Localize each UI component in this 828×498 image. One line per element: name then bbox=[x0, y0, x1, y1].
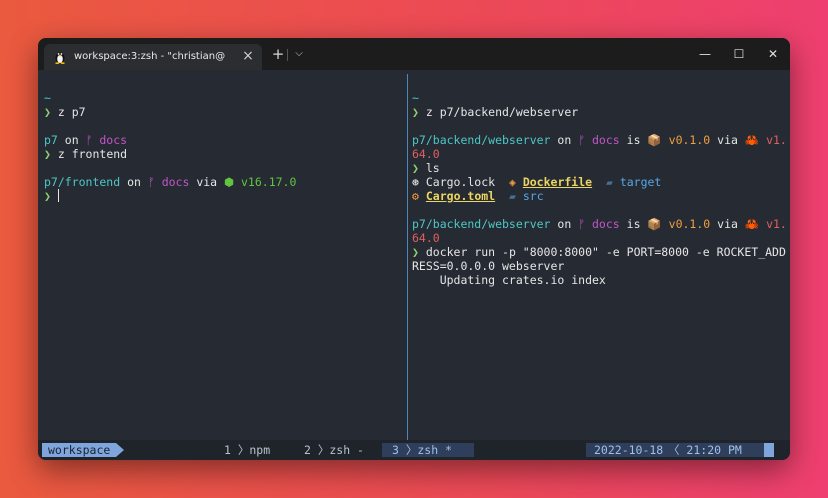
dir-target: target bbox=[619, 175, 662, 189]
package-version: 📦 v0.1.0 bbox=[647, 217, 711, 231]
minimize-button[interactable]: — bbox=[694, 44, 716, 64]
maximize-button[interactable]: ☐ bbox=[728, 44, 750, 64]
folder-icon: ▰ bbox=[508, 189, 516, 203]
prompt-icon: ❯ bbox=[44, 147, 51, 161]
git-branch: ᚠ docs bbox=[147, 175, 190, 189]
connector-text: via bbox=[189, 175, 225, 189]
command-text: ls bbox=[418, 161, 440, 175]
connector-text: on bbox=[120, 175, 148, 189]
connector-text: on bbox=[550, 133, 579, 147]
rust-version: 🦀 v1. bbox=[744, 217, 787, 231]
new-tab-button[interactable]: + bbox=[270, 46, 286, 62]
directory: p7 bbox=[44, 133, 58, 147]
git-branch: ᚠ docs bbox=[578, 133, 620, 147]
connector-text: is bbox=[619, 217, 648, 231]
active-prompt-line[interactable]: ❯ bbox=[44, 189, 59, 203]
session-name: workspace bbox=[42, 443, 125, 457]
pane-divider[interactable] bbox=[407, 74, 408, 440]
prompt-icon: ❯ bbox=[412, 161, 419, 175]
git-branch: ᚠ docs bbox=[578, 217, 620, 231]
dir-src: src bbox=[522, 189, 544, 203]
connector-text: via bbox=[710, 217, 745, 231]
prompt-icon: ❯ bbox=[44, 189, 51, 203]
prompt-info-line: p7/backend/webserver on ᚠ docs is 📦 v0.1… bbox=[412, 217, 787, 231]
tab-title: workspace:3:zsh - "christian@ bbox=[74, 51, 226, 62]
prompt-line: ❯ z frontend bbox=[44, 147, 127, 161]
connector-text: on bbox=[57, 133, 86, 147]
home-tilde: ~ bbox=[412, 91, 419, 105]
prompt-info-line: p7/backend/webserver on ᚠ docs is 📦 v0.1… bbox=[412, 133, 787, 147]
prompt-line: ❯ z p7/backend/webserver bbox=[412, 105, 578, 119]
prompt-line: ❯ z p7 bbox=[44, 105, 86, 119]
package-version: 📦 v0.1.0 bbox=[647, 133, 711, 147]
connector-text: via bbox=[710, 133, 745, 147]
status-date: 2022-10-18 bbox=[594, 443, 664, 457]
status-endcap bbox=[764, 443, 774, 457]
window-tab-zsh-active[interactable]: 3 〉zsh * bbox=[382, 443, 474, 457]
prompt-info-line: p7 on ᚠ docs bbox=[44, 133, 127, 147]
right-pane[interactable]: ~ ❯ z p7/backend/webserver p7/backend/we… bbox=[412, 70, 787, 440]
file-cargo-lock: ⊛ Cargo.lock bbox=[412, 175, 496, 189]
command-text: z p7/backend/webserver bbox=[418, 105, 579, 119]
window-tab-npm[interactable]: 1 〉npm bbox=[224, 440, 270, 460]
directory: p7/frontend bbox=[44, 175, 121, 189]
prompt-line: ❯ docker run -p "8000:8000" -e PORT=8000… bbox=[412, 245, 786, 259]
terminal-area[interactable]: ~ ❯ z p7 p7 on ᚠ docs ❯ z frontend p7/fr… bbox=[38, 70, 790, 460]
prompt-icon: ❯ bbox=[44, 105, 51, 119]
tab-workspace[interactable]: workspace:3:zsh - "christian@ × bbox=[44, 44, 262, 70]
rust-version-wrap: 64.0 bbox=[412, 231, 440, 245]
chevron-down-icon[interactable]: ⌵ bbox=[292, 46, 306, 62]
tmux-status-bar: workspace 1 〉npm 2 〉zsh - 3 〉zsh * 2022-… bbox=[38, 440, 790, 460]
connector-text: is bbox=[619, 133, 648, 147]
active-window-label: 3 〉zsh * bbox=[392, 443, 452, 457]
docker-file-icon: ◈ bbox=[508, 175, 516, 189]
prompt-icon: ❯ bbox=[412, 245, 419, 259]
prompt-line: ❯ ls bbox=[412, 161, 440, 175]
text-cursor bbox=[57, 189, 59, 202]
terminal-window: workspace:3:zsh - "christian@ × + ⌵ — ☐ … bbox=[38, 38, 790, 460]
rust-version-wrap: 64.0 bbox=[412, 147, 440, 161]
file-dockerfile: Dockerfile bbox=[522, 175, 593, 189]
node-version: ⬢ v16.17.0 bbox=[224, 175, 297, 189]
directory: p7/backend/webserver bbox=[412, 133, 551, 147]
prompt-info-line: p7/frontend on ᚠ docs via ⬢ v16.17.0 bbox=[44, 175, 296, 189]
status-time: 〈 21:20 PM bbox=[668, 443, 742, 457]
ls-output-row: ⊛ Cargo.lock ◈ Dockerfile ▰ target bbox=[412, 175, 661, 189]
toolbar-divider bbox=[287, 49, 288, 61]
folder-icon: ▰ bbox=[605, 175, 613, 189]
home-tilde: ~ bbox=[44, 91, 51, 105]
connector-text: on bbox=[550, 217, 579, 231]
title-bar: workspace:3:zsh - "christian@ × + ⌵ — ☐ … bbox=[38, 38, 790, 70]
command-wrap: RESS=0.0.0.0 webserver bbox=[412, 259, 565, 273]
left-pane[interactable]: ~ ❯ z p7 p7 on ᚠ docs ❯ z frontend p7/fr… bbox=[44, 70, 402, 440]
window-tab-zsh[interactable]: 2 〉zsh - bbox=[304, 440, 364, 460]
rust-version: 🦀 v1. bbox=[744, 133, 787, 147]
close-window-button[interactable]: ✕ bbox=[762, 44, 784, 64]
linux-tux-icon bbox=[55, 52, 65, 64]
config-file-icon: ⚙ bbox=[412, 189, 419, 203]
git-branch: ᚠ docs bbox=[85, 133, 128, 147]
directory: p7/backend/webserver bbox=[412, 217, 551, 231]
prompt-icon: ❯ bbox=[412, 105, 419, 119]
ls-output-row: ⚙ Cargo.toml ▰ src bbox=[412, 189, 544, 203]
command-output: Updating crates.io index bbox=[412, 273, 606, 287]
file-cargo-toml: Cargo.toml bbox=[425, 189, 496, 203]
close-tab-icon[interactable]: × bbox=[240, 48, 256, 64]
command-text: docker run -p "8000:8000" -e PORT=8000 -… bbox=[418, 245, 786, 259]
command-text: z frontend bbox=[50, 147, 128, 161]
command-text: z p7 bbox=[50, 105, 86, 119]
